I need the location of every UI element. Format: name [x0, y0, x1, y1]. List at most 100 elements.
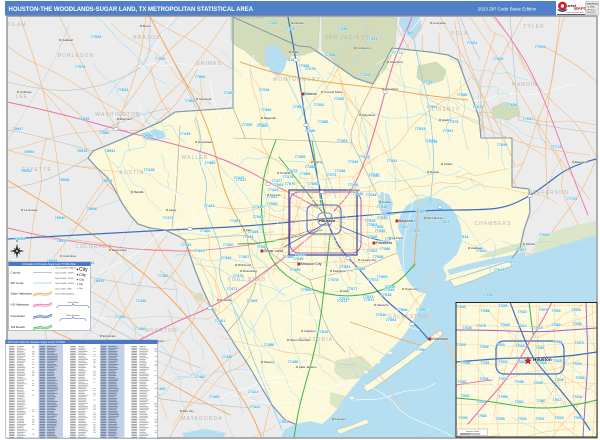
- svg-text:77430: 77430: [222, 354, 233, 359]
- svg-text:77363: 77363: [224, 90, 236, 95]
- svg-text:77586: 77586: [380, 246, 392, 251]
- svg-text:77511: 77511: [339, 296, 350, 301]
- svg-text:77461: 77461: [215, 318, 227, 323]
- svg-text:77018: 77018: [572, 395, 581, 399]
- svg-text:77036: 77036: [479, 377, 488, 381]
- svg-text:77388: 77388: [305, 164, 317, 169]
- svg-text:77660: 77660: [493, 56, 504, 61]
- svg-text:77306: 77306: [334, 96, 346, 101]
- svg-text:77713: 77713: [551, 144, 563, 149]
- svg-text:County: County: [11, 271, 21, 275]
- svg-text:77354: 77354: [261, 107, 273, 112]
- svg-text:Magnolia: Magnolia: [264, 116, 276, 120]
- svg-text:Bryan: Bryan: [143, 24, 151, 28]
- svg-text:77009: 77009: [456, 343, 465, 347]
- svg-text:77650: 77650: [483, 292, 494, 297]
- svg-text:ZIP Basic: ZIP Basic: [587, 10, 597, 12]
- svg-text:77554: 77554: [416, 347, 428, 352]
- svg-text:Huntsville: Huntsville: [291, 21, 304, 25]
- svg-text:77536: 77536: [367, 234, 379, 239]
- svg-text:77480: 77480: [288, 359, 299, 364]
- svg-text:Information for Houston-Sugar: Information for Houston-Sugar Land, TX M…: [22, 263, 76, 266]
- svg-text:77539: 77539: [385, 284, 397, 289]
- svg-text:77514: 77514: [458, 234, 470, 239]
- svg-text:77836: 77836: [91, 34, 103, 39]
- svg-text:77020: 77020: [495, 343, 504, 347]
- svg-text:AUSTIN: AUSTIN: [120, 170, 145, 176]
- svg-text:BURLESON: BURLESON: [58, 53, 94, 59]
- svg-text:77436: 77436: [136, 298, 148, 303]
- svg-text:Bay City: Bay City: [183, 409, 194, 413]
- svg-text:ZIP Code: ZIP Code: [11, 281, 24, 285]
- svg-text:78933: 78933: [94, 278, 106, 283]
- svg-text:Cities 50,000 - 99,999: Cities 50,000 - 99,999: [55, 272, 74, 275]
- svg-text:77561: 77561: [443, 128, 455, 133]
- svg-text:77587: 77587: [536, 399, 545, 403]
- svg-text:El Campo: El Campo: [103, 334, 116, 338]
- svg-text:MILAM: MILAM: [5, 22, 26, 28]
- svg-text:Houston: Houston: [533, 357, 552, 362]
- svg-text:77429: 77429: [268, 187, 280, 192]
- svg-text:77033: 77033: [476, 400, 485, 404]
- svg-text:77092: 77092: [458, 416, 467, 420]
- svg-text:77015: 77015: [533, 326, 542, 330]
- svg-text:Baytown: Baytown: [399, 219, 413, 223]
- svg-text:77530: 77530: [377, 215, 388, 220]
- svg-text:77568: 77568: [397, 307, 409, 312]
- svg-text:77068: 77068: [300, 171, 312, 176]
- svg-text:Lake Jackson: Lake Jackson: [299, 365, 317, 369]
- svg-text:Texas City: Texas City: [405, 287, 419, 291]
- svg-text:Tomball: Tomball: [280, 171, 290, 175]
- svg-text:77049: 77049: [500, 323, 509, 327]
- svg-text:Coldspring: Coldspring: [357, 46, 371, 50]
- svg-text:COLORADO: COLORADO: [75, 244, 112, 250]
- svg-text:77061: 77061: [553, 340, 562, 344]
- svg-text:77098: 77098: [573, 416, 582, 420]
- svg-text:HARDIN: HARDIN: [512, 82, 538, 88]
- svg-text:77359: 77359: [337, 26, 349, 31]
- svg-text:78931: 78931: [105, 148, 117, 153]
- svg-text:77384: 77384: [293, 104, 305, 109]
- svg-text:77084: 77084: [253, 214, 265, 219]
- svg-text:Willis: Willis: [292, 50, 299, 54]
- svg-text:77081: 77081: [457, 380, 466, 384]
- svg-text:77565: 77565: [377, 274, 389, 279]
- svg-text:Spring: Spring: [314, 160, 323, 164]
- svg-text:77562: 77562: [398, 224, 410, 229]
- svg-text:Splendora: Splendora: [362, 113, 376, 117]
- svg-text:77327: 77327: [424, 79, 435, 84]
- svg-text:77339: 77339: [348, 159, 360, 164]
- svg-text:State Highways: State Highways: [11, 292, 33, 296]
- svg-text:77095: 77095: [267, 201, 279, 206]
- svg-text:77625: 77625: [473, 104, 485, 109]
- svg-text:77378: 77378: [305, 66, 317, 71]
- svg-text:Freeport: Freeport: [335, 417, 346, 421]
- svg-text:77331: 77331: [367, 36, 379, 41]
- svg-text:Cypress: Cypress: [270, 193, 281, 197]
- svg-text:77665: 77665: [539, 232, 551, 237]
- svg-text:Sweeny: Sweeny: [264, 360, 275, 364]
- svg-text:77051: 77051: [480, 361, 489, 365]
- svg-text:78950: 78950: [87, 206, 98, 211]
- svg-text:Brenham: Brenham: [120, 117, 132, 121]
- svg-text:77518: 77518: [381, 292, 393, 297]
- svg-text:La Porte: La Porte: [392, 236, 403, 240]
- svg-text:La Grange: La Grange: [24, 208, 38, 212]
- svg-text:78940: 78940: [55, 215, 66, 220]
- svg-text:Sugar Land: Sugar Land: [264, 249, 283, 253]
- svg-text:City: City: [79, 287, 82, 290]
- svg-text:77070: 77070: [285, 181, 296, 186]
- svg-text:Navasota: Navasota: [199, 97, 212, 101]
- svg-text:LEE: LEE: [16, 94, 29, 100]
- svg-text:Liberty: Liberty: [444, 162, 453, 166]
- svg-text:77007: 77007: [535, 417, 544, 421]
- svg-text:77541: 77541: [278, 419, 290, 424]
- svg-text:77506: 77506: [498, 395, 507, 399]
- svg-text:77076: 77076: [538, 308, 547, 312]
- svg-text:Angleton: Angleton: [304, 329, 316, 333]
- svg-text:77578: 77578: [328, 277, 340, 282]
- svg-text:77017: 77017: [552, 398, 561, 402]
- svg-text:77096: 77096: [514, 380, 523, 384]
- svg-text:77483: 77483: [209, 394, 221, 399]
- svg-text:77564: 77564: [427, 104, 439, 109]
